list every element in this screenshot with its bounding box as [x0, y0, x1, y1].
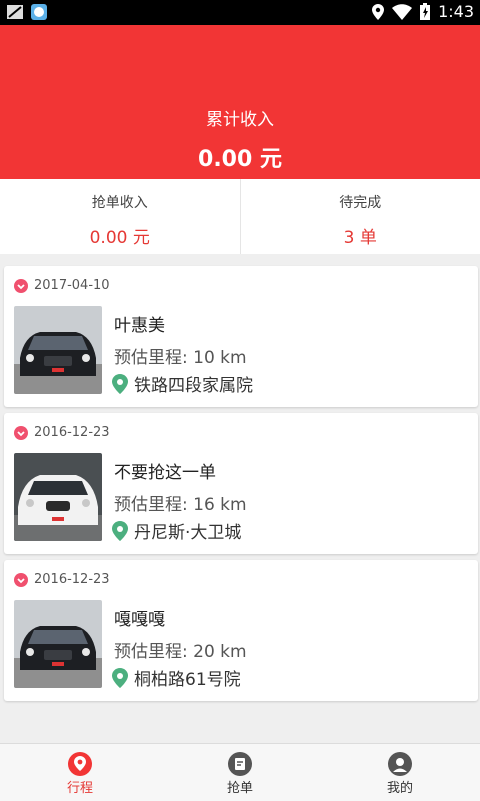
trip-distance: 预估里程: 20 km: [114, 637, 247, 662]
app-notification-icon: [30, 3, 48, 21]
clock-icon: [14, 426, 28, 440]
total-income-label: 累计收入: [0, 105, 480, 130]
status-time: 1:43: [438, 2, 474, 21]
trip-address: 丹尼斯·大卫城: [134, 518, 241, 543]
tab-trips[interactable]: 行程: [0, 744, 160, 801]
trip-card[interactable]: 2016-12-23 不要抢这一单 预估里程: 16 km 丹尼斯·大卫城: [4, 413, 478, 554]
car-thumbnail: [14, 306, 102, 394]
wifi-icon: [392, 4, 412, 20]
battery-icon: [420, 3, 430, 20]
location-pin-icon: [112, 668, 128, 688]
clock-icon: [14, 279, 28, 293]
tab-profile-label: 我的: [320, 777, 480, 796]
total-income-value: 0.00 元: [0, 141, 480, 173]
car-image: [14, 453, 102, 541]
trip-passenger-name: 嘎嘎嘎: [114, 605, 165, 630]
pending-label: 待完成: [241, 192, 480, 212]
car-image: [14, 306, 102, 394]
tab-grab-order[interactable]: 抢单: [160, 744, 320, 801]
grab-income-value: 0.00 元: [0, 223, 240, 248]
grab-order-tab-icon: [228, 752, 252, 776]
clock-icon: [14, 573, 28, 587]
stats-bar: 抢单收入 0.00 元 待完成 3 单: [0, 179, 480, 254]
trip-distance: 预估里程: 16 km: [114, 490, 247, 515]
trip-address: 桐柏路61号院: [134, 665, 241, 690]
grab-income-stat[interactable]: 抢单收入 0.00 元: [0, 179, 240, 254]
tab-grab-order-label: 抢单: [160, 777, 320, 796]
trip-distance: 预估里程: 10 km: [114, 343, 247, 368]
trip-date: 2016-12-23: [34, 572, 110, 587]
trip-address: 铁路四段家属院: [134, 371, 253, 396]
trip-passenger-name: 叶惠美: [114, 311, 165, 336]
location-pin-icon: [112, 521, 128, 541]
notification-icon: [6, 3, 24, 21]
pending-value: 3 单: [241, 223, 480, 248]
income-summary-header: 累计收入 0.00 元: [0, 25, 480, 179]
bottom-tab-bar: 行程 抢单 我的: [0, 743, 480, 801]
status-bar: 1:43: [0, 0, 480, 25]
trip-passenger-name: 不要抢这一单: [114, 458, 216, 483]
tab-profile[interactable]: 我的: [320, 744, 480, 801]
trip-card[interactable]: 2017-04-10 叶惠美 预估里程: 10 km 铁路四段家属院: [4, 266, 478, 407]
trip-date: 2016-12-23: [34, 425, 110, 440]
trip-tab-icon: [68, 752, 92, 776]
location-status-icon: [372, 4, 384, 20]
location-pin-icon: [112, 374, 128, 394]
car-thumbnail: [14, 453, 102, 541]
grab-income-label: 抢单收入: [0, 192, 240, 212]
trip-card[interactable]: 2016-12-23 嘎嘎嘎 预估里程: 20 km 桐柏路61号院: [4, 560, 478, 701]
pending-stat[interactable]: 待完成 3 单: [240, 179, 480, 254]
profile-tab-icon: [388, 752, 412, 776]
car-thumbnail: [14, 600, 102, 688]
tab-trips-label: 行程: [0, 777, 160, 796]
car-image: [14, 600, 102, 688]
trip-date: 2017-04-10: [34, 278, 110, 293]
